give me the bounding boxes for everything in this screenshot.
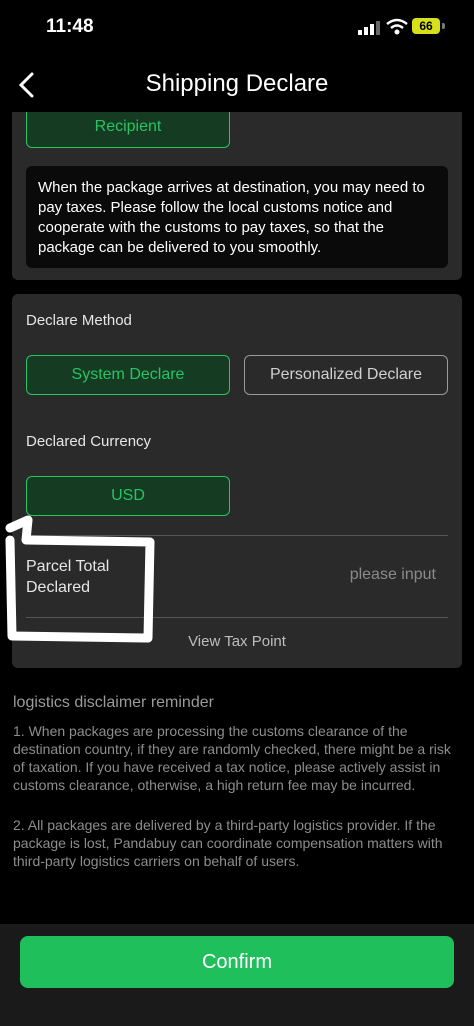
recipient-button[interactable]: Recipient: [26, 112, 230, 148]
declare-method-label: Declare Method: [26, 312, 132, 329]
annotation-highlight: [5, 515, 155, 643]
status-bar: 11:48 66: [0, 0, 474, 54]
battery-nub: [442, 23, 445, 29]
status-time: 11:48: [46, 16, 94, 37]
disclaimer-title: logistics disclaimer reminder: [13, 694, 214, 711]
tax-notice: When the package arrives at destination,…: [26, 166, 448, 268]
battery-icon: 66: [412, 18, 440, 34]
disclaimer-item: 1. When packages are processing the cust…: [13, 723, 451, 793]
declared-currency-label: Declared Currency: [26, 433, 152, 450]
nav-bar: Shipping Declare: [0, 58, 474, 112]
disclaimer-item: 2. All packages are delivered by a third…: [13, 817, 443, 869]
parcel-total-input[interactable]: please input: [300, 566, 436, 584]
personalized-declare-button[interactable]: Personalized Declare: [244, 355, 448, 395]
confirm-button[interactable]: Confirm: [20, 936, 454, 988]
system-declare-button[interactable]: System Declare: [26, 355, 230, 395]
page-title: Shipping Declare: [145, 70, 329, 97]
cellular-signal-icon: [358, 21, 380, 35]
wifi-icon: [386, 18, 408, 35]
